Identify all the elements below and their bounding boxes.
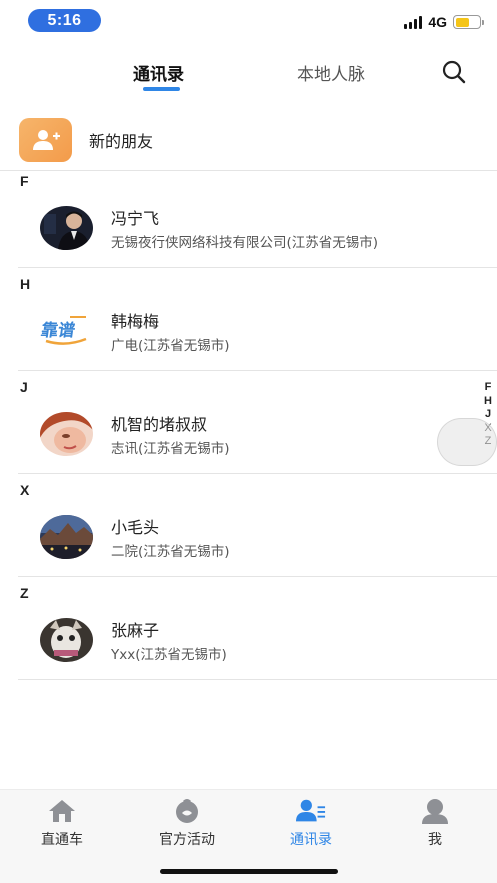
contact-row[interactable]: 张麻子 Yxx(江苏省无锡市) [0,605,497,679]
battery-icon [453,15,484,29]
status-indicators: 4G [404,14,484,30]
avatar: 靠谱 [40,309,93,353]
nav-item-contacts[interactable]: 通讯录 [261,797,361,849]
home-indicator[interactable] [160,869,338,874]
divider [18,576,497,577]
index-letter-f[interactable]: F [485,381,492,395]
section-header-j: J [20,379,28,395]
contact-company: Yxx(江苏省无锡市) [111,647,227,663]
logo-text: 靠谱 [40,320,76,341]
contact-company: 志讯(江苏省无锡市) [111,441,230,457]
contact-name: 张麻子 [111,621,160,640]
contact-company: 无锡夜行侠网络科技有限公司(江苏省无锡市) [111,235,379,251]
contact-name: 韩梅梅 [111,312,160,331]
section-header-h: H [20,276,31,292]
contact-name: 冯宁飞 [111,209,160,228]
status-time: 5:16 [28,9,101,32]
avatar [40,412,93,456]
avatar [40,515,93,559]
active-tab-indicator [143,87,180,91]
top-tabs: 通讯录 本地人脉 [0,52,497,96]
activity-icon [172,797,202,825]
tab-contacts[interactable]: 通讯录 [133,60,184,85]
contact-row[interactable]: 冯宁飞 无锡夜行侠网络科技有限公司(江苏省无锡市) [0,193,497,267]
section-header-z: Z [20,585,29,601]
nav-item-express[interactable]: 直通车 [12,797,112,849]
nav-label: 官方活动 [159,832,215,848]
floating-assistive-button[interactable] [437,418,497,466]
avatar [40,618,93,662]
add-user-icon [19,118,72,162]
contact-list: F 冯宁飞 无锡夜行侠网络科技有限公司(江苏省无锡市) H 靠谱 韩梅梅 广电(… [0,171,497,686]
nav-item-activities[interactable]: 官方活动 [137,797,237,849]
contact-name: 机智的堵叔叔 [111,415,208,434]
contact-company: 二院(江苏省无锡市) [111,544,230,560]
divider [18,473,497,474]
tab-local-contacts[interactable]: 本地人脉 [297,60,365,85]
divider [18,370,497,371]
status-bar: 5:16 4G [0,0,497,44]
profile-icon [420,797,450,825]
contact-row[interactable]: 靠谱 韩梅梅 广电(江苏省无锡市) [0,296,497,370]
section-header-x: X [20,482,30,498]
avatar [40,206,93,250]
contact-name: 小毛头 [111,518,160,537]
contact-row[interactable]: 小毛头 二院(江苏省无锡市) [0,502,497,576]
divider [18,679,497,680]
signal-icon [404,15,423,29]
new-friends-label: 新的朋友 [89,132,154,151]
index-letter-j[interactable]: J [485,408,491,422]
search-icon [442,60,466,84]
contacts-icon [296,797,326,825]
nav-label: 通讯录 [290,832,332,848]
nav-label: 我 [428,832,442,848]
index-letter-h[interactable]: H [484,395,492,409]
divider [18,267,497,268]
contact-company: 广电(江苏省无锡市) [111,338,230,354]
new-friends-row[interactable]: 新的朋友 [0,110,497,170]
home-icon [47,797,77,825]
nav-item-me[interactable]: 我 [385,797,485,849]
contact-row[interactable]: 机智的堵叔叔 志讯(江苏省无锡市) [0,399,497,473]
nav-label: 直通车 [41,832,83,848]
search-button[interactable] [441,59,467,85]
network-type: 4G [428,14,447,30]
section-header-f: F [20,173,29,189]
